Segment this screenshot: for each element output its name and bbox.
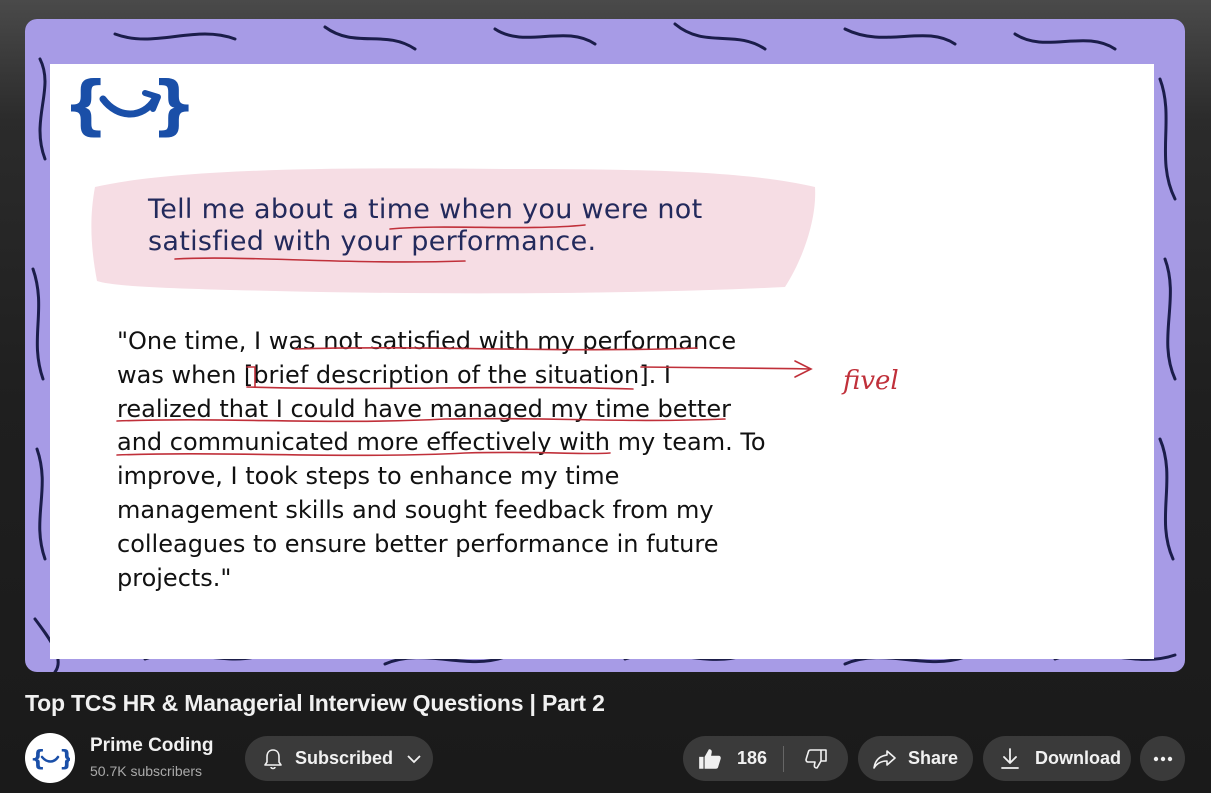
chevron-down-icon bbox=[407, 754, 421, 763]
bell-icon bbox=[264, 748, 282, 769]
share-button[interactable]: Share bbox=[858, 736, 973, 781]
svg-text:}: } bbox=[151, 69, 197, 143]
download-label: Download bbox=[1035, 748, 1121, 768]
dislike-button[interactable] bbox=[784, 736, 848, 781]
answer-line: colleagues to ensure better performance … bbox=[117, 529, 719, 558]
subscriber-count: 50.7K subscribers bbox=[90, 763, 203, 779]
answer-line: projects." bbox=[117, 563, 232, 592]
subscribed-label: Subscribed bbox=[295, 748, 394, 768]
share-label: Share bbox=[908, 748, 959, 768]
channel-name[interactable]: Prime Coding bbox=[90, 735, 214, 757]
thumbs-up-icon bbox=[699, 748, 721, 769]
like-dislike-group: 186 bbox=[683, 736, 848, 781]
answer-line: improve, I took steps to enhance my time bbox=[117, 462, 620, 491]
share-arrow-icon bbox=[873, 749, 896, 769]
answer-line: and communicated more effectively with m… bbox=[117, 428, 766, 457]
answer-line: was when [brief description of the situa… bbox=[117, 360, 671, 389]
download-button[interactable]: Download bbox=[983, 736, 1131, 781]
like-button[interactable]: 186 bbox=[683, 736, 783, 781]
video-title: Top TCS HR & Managerial Interview Questi… bbox=[25, 690, 605, 716]
more-horizontal-icon bbox=[1153, 756, 1172, 761]
answer-line: realized that I could have managed my ti… bbox=[117, 394, 731, 423]
answer-line: management skills and sought feedback fr… bbox=[117, 495, 714, 524]
thumbs-down-icon bbox=[805, 748, 827, 769]
curly-brace-arrow-logo-icon: { } bbox=[30, 747, 70, 771]
svg-text:}: } bbox=[59, 747, 70, 771]
like-count: 186 bbox=[737, 748, 768, 768]
question-line-2: satisfied with your performance. bbox=[148, 226, 597, 257]
video-player[interactable]: { } Tell me about a time when you were n… bbox=[25, 19, 1185, 672]
answer-line: "One time, I was not satisfied with my p… bbox=[117, 327, 737, 355]
question-line-1: Tell me about a time when you were not bbox=[148, 194, 703, 225]
svg-text:{: { bbox=[63, 69, 109, 143]
more-actions-button[interactable] bbox=[1140, 736, 1185, 781]
answer-paragraph: "One time, I was not satisfied with my p… bbox=[117, 325, 766, 595]
download-icon bbox=[1001, 747, 1019, 769]
subscribed-button[interactable]: Subscribed bbox=[245, 736, 433, 781]
channel-avatar[interactable]: { } bbox=[25, 733, 75, 783]
